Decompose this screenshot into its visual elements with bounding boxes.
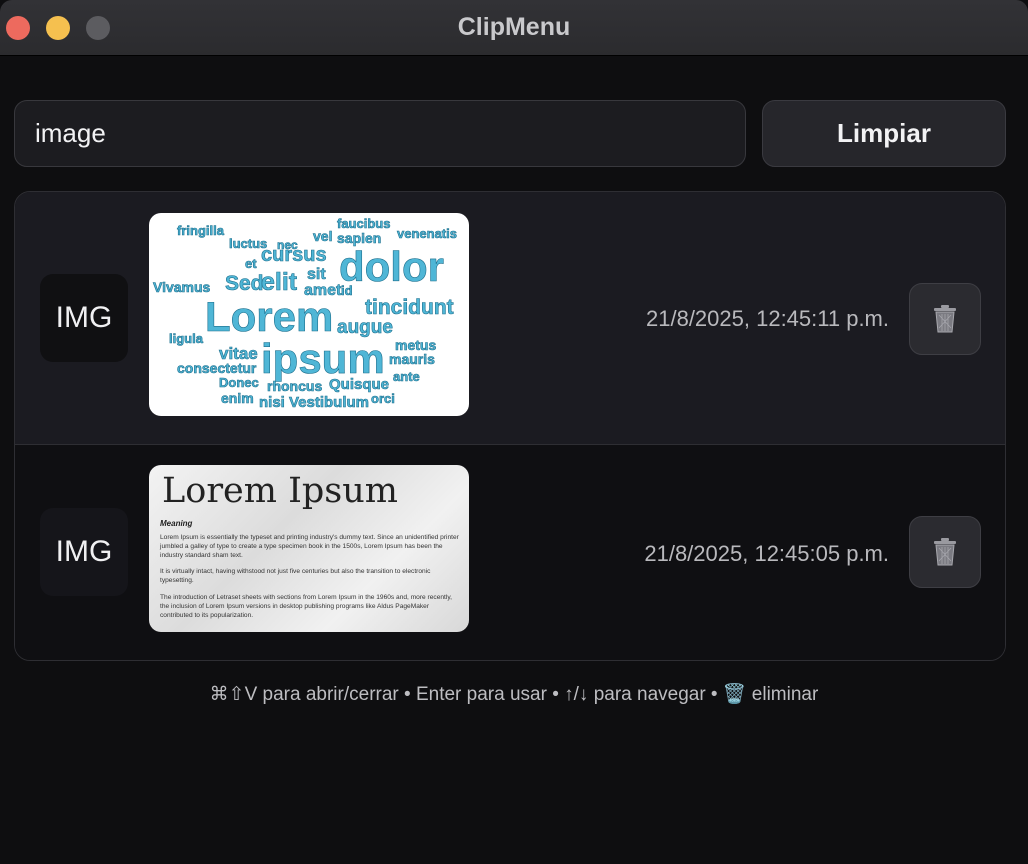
preview-body: Lorem Ipsum is essentially the typeset a… xyxy=(160,534,462,628)
cloud-word: orci xyxy=(371,391,395,406)
preview-title: Lorem Ipsum xyxy=(162,471,398,511)
clipboard-item[interactable]: IMG Lorem Ipsum Meaning Lorem Ipsum is e… xyxy=(15,445,1005,660)
type-badge: IMG xyxy=(40,508,128,596)
cloud-word: ipsum xyxy=(261,335,385,382)
cloud-word: fringilla xyxy=(177,223,225,238)
image-preview: Lorem Ipsum Meaning Lorem Ipsum is essen… xyxy=(149,465,469,632)
delete-button[interactable] xyxy=(909,516,981,588)
cloud-word: Sed xyxy=(225,272,264,295)
cloud-word: sit xyxy=(307,266,326,283)
cloud-word: Donec xyxy=(219,375,259,390)
word-cloud-image: fringilla faucibusvenenatissapienluctus ne… xyxy=(153,216,458,412)
window-title: ClipMenu xyxy=(457,13,571,41)
cloud-word: id xyxy=(341,283,353,298)
keyboard-hint: ⌘⇧V para abrir/cerrar • Enter para usar … xyxy=(209,684,819,705)
clear-button[interactable]: Limpiar xyxy=(762,100,1006,167)
clipboard-item[interactable]: IMG fringilla faucibus venenatis sapien luct… xyxy=(15,192,1005,445)
cloud-word: venenatis xyxy=(397,226,457,241)
cloud-word: dolor xyxy=(339,243,444,290)
cloud-word: elit xyxy=(261,268,298,296)
cloud-word: faucibus xyxy=(337,216,390,231)
trash-icon xyxy=(934,305,956,333)
cloud-word: enim xyxy=(221,390,254,406)
cloud-word: Lorem xyxy=(205,293,333,340)
trash-icon xyxy=(934,538,956,566)
cloud-word: mauris xyxy=(389,351,435,367)
preview-paragraph: It is virtually intact, having withstood… xyxy=(160,568,431,585)
cloud-word: cursus xyxy=(261,244,327,266)
cloud-word: ligula xyxy=(169,331,204,346)
cloud-word: Vivamus xyxy=(153,279,211,295)
delete-button[interactable] xyxy=(909,283,981,355)
cloud-word: consectetur xyxy=(177,360,257,376)
preview-paragraph: Lorem Ipsum is essentially the typeset a… xyxy=(160,534,459,559)
search-input[interactable]: image xyxy=(14,100,746,167)
clipboard-list: IMG fringilla faucibus venenatis sapien luct… xyxy=(14,191,1006,661)
preview-heading: Meaning xyxy=(160,519,193,528)
preview-paragraph: The introduction of Letraset sheets with… xyxy=(160,593,452,619)
title-bar: ClipMenu xyxy=(0,0,1028,56)
cloud-word: rhoncus xyxy=(267,378,322,394)
cloud-word: nisi xyxy=(259,394,285,411)
cloud-word: tincidunt xyxy=(365,296,454,319)
timestamp: 21/8/2025, 12:45:11 p.m. xyxy=(646,306,889,331)
image-preview: fringilla faucibus venenatis sapien luctus ne… xyxy=(149,213,469,416)
cloud-word: et xyxy=(245,256,257,271)
cloud-word: Vestibulum xyxy=(289,394,369,411)
cloud-word: ante xyxy=(393,369,420,384)
cloud-word: vel xyxy=(313,228,332,244)
type-badge: IMG xyxy=(40,274,128,362)
timestamp: 21/8/2025, 12:45:05 p.m. xyxy=(644,541,889,566)
